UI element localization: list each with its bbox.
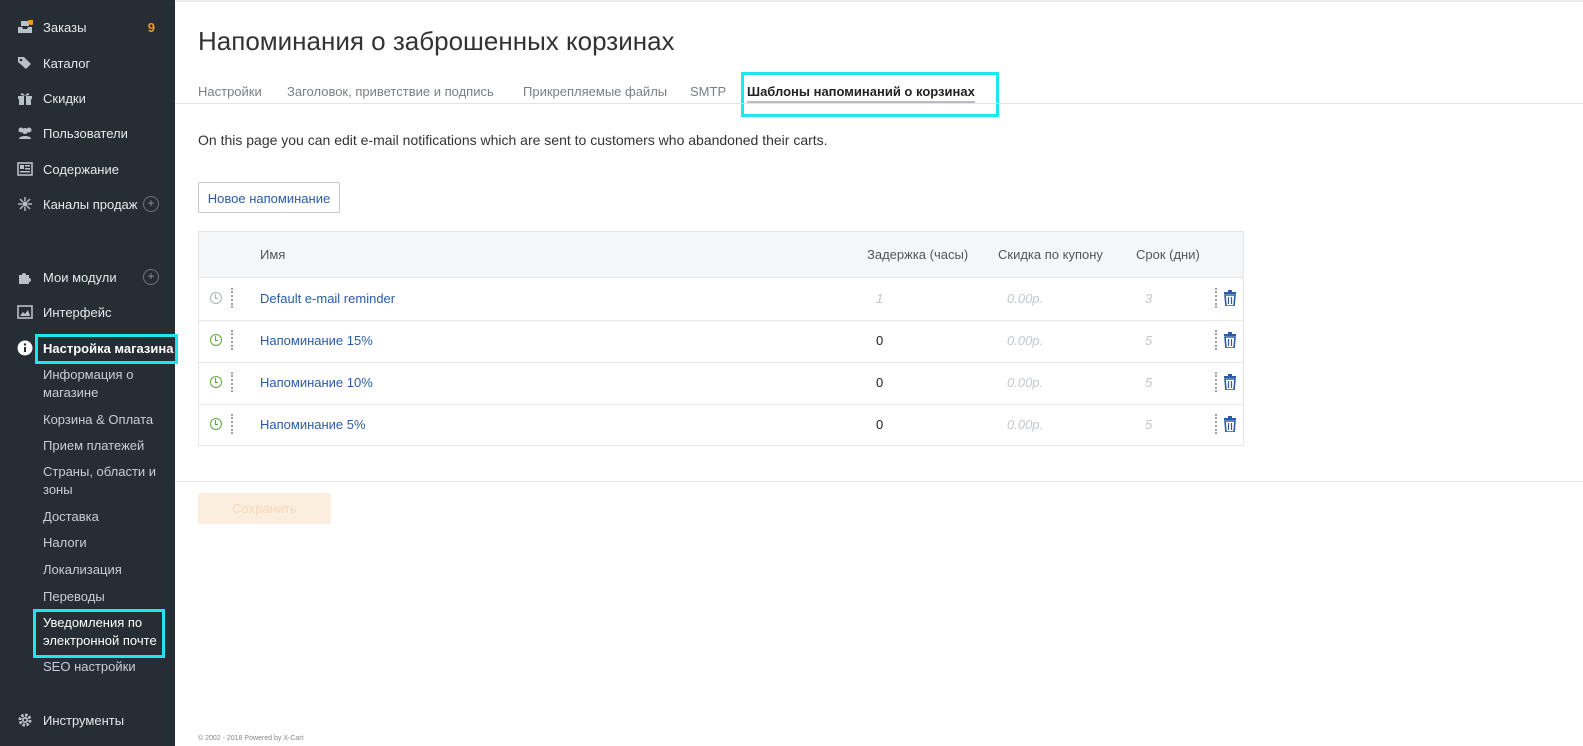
sidebar-item-users[interactable]: Пользователи: [0, 121, 175, 145]
sidebar-item-sales-channels[interactable]: Каналы продаж +: [0, 192, 175, 216]
days-value: 5: [1145, 333, 1153, 348]
tab-settings[interactable]: Настройки: [198, 84, 262, 99]
gift-icon: [16, 89, 34, 107]
tab-reminder-templates[interactable]: Шаблоны напоминаний о корзинах: [747, 84, 975, 99]
sidebar-item-orders[interactable]: Заказы 9: [0, 15, 175, 39]
days-value: 5: [1145, 417, 1153, 432]
sidebar-item-tools[interactable]: Инструменты: [0, 708, 175, 732]
sidebar-item-content[interactable]: Содержание: [0, 157, 175, 181]
trash-icon[interactable]: [1223, 332, 1237, 348]
reminder-name-link[interactable]: Default e-mail reminder: [260, 291, 395, 306]
discount-value: 0.00р.: [1007, 333, 1044, 348]
actions-menu-icon[interactable]: [1215, 330, 1220, 350]
table-row: Default e-mail reminder 1 0.00р. 3: [199, 278, 1243, 321]
subitem-translations[interactable]: Переводы: [43, 588, 163, 606]
trash-icon[interactable]: [1223, 374, 1237, 390]
discount-value: 0.00р.: [1007, 375, 1044, 390]
clock-disabled-icon[interactable]: [210, 292, 222, 304]
channels-icon: [16, 195, 34, 213]
image-icon: [16, 303, 34, 321]
drag-handle-icon[interactable]: [231, 414, 236, 434]
sidebar-item-interface[interactable]: Интерфейс: [0, 300, 175, 324]
sidebar-item-discounts[interactable]: Скидки: [0, 86, 175, 110]
sidebar-item-catalog[interactable]: Каталог: [0, 51, 175, 75]
table-row: Напоминание 15% 0 0.00р. 5: [199, 320, 1243, 363]
reminder-name-link[interactable]: Напоминание 5%: [260, 417, 366, 432]
content-icon: [16, 160, 34, 178]
tab-attachments[interactable]: Прикрепляемые файлы: [523, 84, 667, 99]
highlight-email-notifications: [33, 609, 165, 658]
reminders-table: Имя Задержка (часы) Скидка по купону Сро…: [198, 231, 1244, 446]
clock-enabled-icon[interactable]: [210, 334, 222, 346]
subitem-taxes[interactable]: Налоги: [43, 534, 163, 552]
page-title: Напоминания о заброшенных корзинах: [198, 26, 675, 56]
new-reminder-button[interactable]: Новое напоминание: [198, 182, 340, 213]
delay-value[interactable]: 0: [876, 417, 883, 432]
discount-value: 0.00р.: [1007, 291, 1044, 306]
tab-smtp[interactable]: SMTP: [690, 84, 726, 99]
delay-value: 1: [876, 291, 884, 306]
reminder-name-link[interactable]: Напоминание 15%: [260, 333, 373, 348]
save-button[interactable]: Сохранить: [198, 493, 331, 524]
tab-header-greeting-signature[interactable]: Заголовок, приветствие и подпись: [287, 84, 494, 99]
highlight-store-setup: [35, 334, 178, 364]
actions-menu-icon[interactable]: [1215, 414, 1220, 434]
puzzle-icon: [16, 268, 34, 286]
table-row: Напоминание 10% 0 0.00р. 5: [199, 362, 1243, 405]
drag-handle-icon[interactable]: [231, 330, 236, 350]
column-header-coupon-discount[interactable]: Скидка по купону: [998, 247, 1103, 262]
drag-handle-icon[interactable]: [231, 372, 236, 392]
gear-icon: [16, 711, 34, 729]
page-description: On this page you can edit e-mail notific…: [198, 132, 828, 148]
sidebar-item-my-modules[interactable]: Мои модули +: [0, 265, 175, 289]
trash-icon[interactable]: [1223, 416, 1237, 432]
reminder-name-link[interactable]: Напоминание 10%: [260, 375, 373, 390]
add-module-plus-icon[interactable]: +: [143, 269, 159, 285]
discount-value: 0.00р.: [1007, 417, 1044, 432]
subitem-localization[interactable]: Локализация: [43, 561, 163, 579]
column-header-delay[interactable]: Задержка (часы): [867, 247, 968, 262]
tabs-divider: [175, 103, 1583, 104]
clock-enabled-icon[interactable]: [210, 376, 222, 388]
subitem-store-info[interactable]: Информация о магазине: [43, 366, 163, 402]
add-channel-plus-icon[interactable]: +: [143, 196, 159, 212]
orders-icon: [16, 18, 34, 36]
column-header-name[interactable]: Имя: [260, 247, 285, 262]
table-header: Имя Задержка (часы) Скидка по купону Сро…: [199, 232, 1243, 278]
subitem-shipping[interactable]: Доставка: [43, 508, 163, 526]
users-icon: [16, 124, 34, 142]
delay-value[interactable]: 0: [876, 375, 883, 390]
trash-icon[interactable]: [1223, 290, 1237, 306]
actions-menu-icon[interactable]: [1215, 288, 1220, 308]
orders-count-badge: 9: [147, 19, 155, 35]
subitem-countries-zones[interactable]: Страны, области и зоны: [43, 463, 163, 499]
days-value: 3: [1145, 291, 1153, 306]
footer-divider: [175, 481, 1583, 482]
subitem-cart-payment[interactable]: Корзина & Оплата: [43, 411, 163, 429]
top-border: [175, 0, 1583, 2]
subitem-seo-settings[interactable]: SEO настройки: [43, 658, 163, 676]
info-icon: [16, 339, 34, 357]
tags-icon: [16, 54, 34, 72]
subitem-payment-methods[interactable]: Прием платежей: [43, 437, 163, 455]
delay-value[interactable]: 0: [876, 333, 883, 348]
days-value: 5: [1145, 375, 1153, 390]
actions-menu-icon[interactable]: [1215, 372, 1220, 392]
table-row: Напоминание 5% 0 0.00р. 5: [199, 404, 1243, 446]
column-header-term-days[interactable]: Срок (дни): [1136, 247, 1200, 262]
drag-handle-icon[interactable]: [231, 288, 236, 308]
copyright-footer: © 2002 - 2018 Powered by X-Cart: [198, 735, 304, 742]
clock-enabled-icon[interactable]: [210, 418, 222, 430]
